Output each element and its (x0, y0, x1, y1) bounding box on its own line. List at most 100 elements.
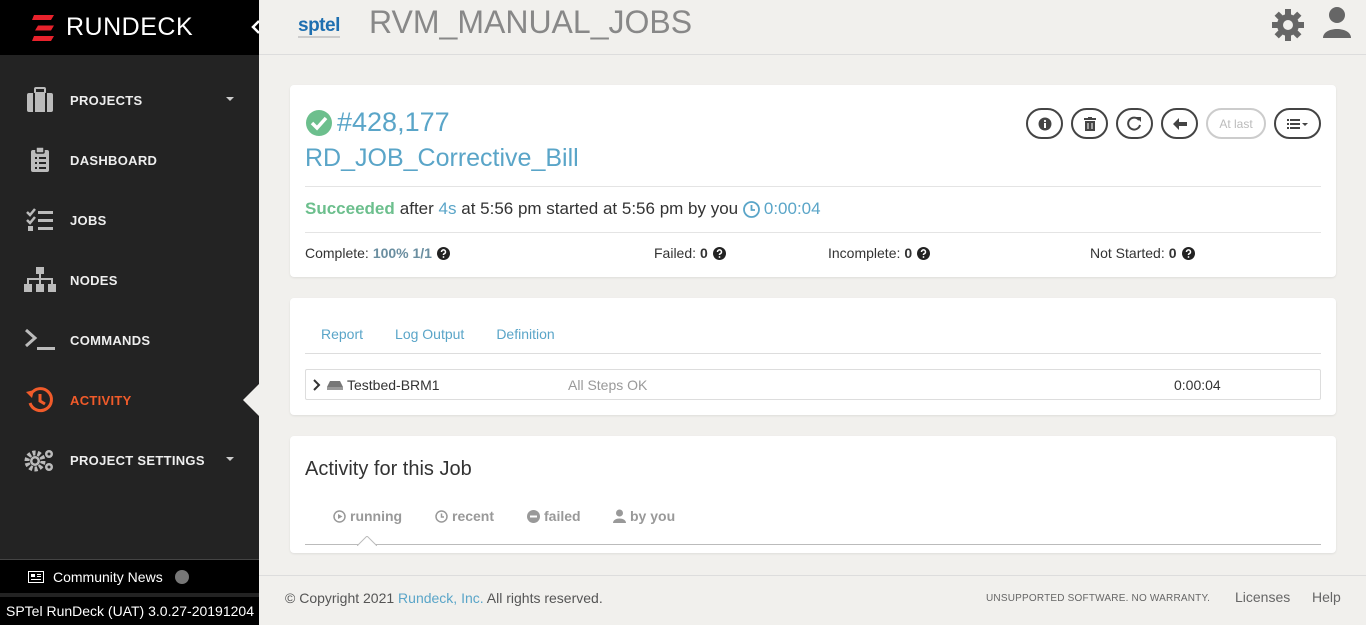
stat-failed: Failed: 0 (654, 245, 726, 261)
sidebar-item-jobs[interactable]: JOBS (0, 190, 259, 250)
active-tab-pointer (357, 536, 377, 546)
sidebar-item-label: PROJECTS (70, 92, 143, 108)
activity-title: Activity for this Job (305, 458, 472, 480)
server-icon (327, 381, 343, 390)
sidebar-item-project-settings[interactable]: PROJECT SETTINGS (0, 430, 259, 490)
caret-down-icon (226, 97, 234, 101)
sidebar-item-dashboard[interactable]: DASHBOARD (0, 130, 259, 190)
back-button[interactable] (1161, 108, 1198, 139)
stat-not-started: Not Started: 0 (1090, 245, 1195, 261)
community-news-label: Community News (53, 568, 163, 585)
output-tabs: Report Log Output Definition (305, 324, 1321, 354)
tab-label: running (350, 508, 403, 524)
activity-tabs: running recent failed by you (305, 505, 1321, 546)
tab-label: recent (452, 508, 495, 524)
execution-header: #428,177 (305, 107, 450, 138)
clock-icon (435, 509, 448, 523)
sidebar-item-label: PROJECT SETTINGS (70, 452, 205, 468)
execution-summary-card: #428,177 RD_JOB_Corrective_Bill At last … (290, 85, 1336, 277)
stat-complete: Complete: 100% 1/1 (305, 245, 450, 261)
elapsed-time: 0:00:04 (763, 199, 821, 218)
status-succeeded: Succeeded (305, 199, 395, 218)
execution-id[interactable]: #428,177 (337, 107, 450, 138)
settings-gear-button[interactable] (1271, 8, 1305, 47)
brand-bar[interactable]: RUNDECK (0, 0, 259, 55)
divider (305, 186, 1321, 187)
stat-value: 0 (700, 245, 708, 261)
redo-icon (1127, 116, 1141, 131)
question-circle-icon[interactable] (1181, 246, 1195, 260)
stat-value: 0 (904, 245, 913, 261)
sidebar-item-label: NODES (70, 272, 118, 288)
execution-times: at 5:56 pm started at 5:56 pm by you (461, 199, 739, 218)
sidebar-item-label: DASHBOARD (70, 152, 158, 168)
briefcase-icon (24, 85, 56, 115)
gear-icon (1272, 9, 1304, 41)
question-circle-icon[interactable] (712, 246, 726, 260)
clipboard-icon (24, 145, 56, 175)
rerun-button[interactable] (1116, 108, 1153, 139)
info-button[interactable] (1026, 108, 1063, 139)
sidebar-nav: PROJECTS DASHBOARD JOBS NODES COMMANDS A… (0, 70, 259, 490)
delete-button[interactable] (1071, 108, 1108, 139)
rundeck-logo-icon (32, 15, 54, 41)
active-indicator (243, 384, 259, 416)
stat-label: Incomplete: (828, 245, 901, 261)
sidebar-item-label: COMMANDS (70, 332, 151, 348)
play-circle-icon (333, 509, 346, 523)
job-name-link[interactable]: RD_JOB_Corrective_Bill (305, 144, 579, 173)
execution-output-card: Report Log Output Definition Testbed-BRM… (290, 298, 1336, 415)
activity-card: Activity for this Job running recent fai… (290, 436, 1336, 553)
community-news-link[interactable]: Community News (0, 559, 259, 593)
help-link[interactable]: Help (1312, 589, 1341, 605)
question-circle-icon[interactable] (917, 246, 931, 260)
copyright-prefix: © Copyright 2021 (285, 590, 395, 606)
trash-icon (1083, 116, 1096, 131)
footer: © Copyright 2021 Rundeck, Inc. All right… (259, 575, 1366, 625)
tab-definition[interactable]: Definition (480, 324, 570, 353)
question-circle-icon[interactable] (436, 246, 450, 260)
project-title: RVM_MANUAL_JOBS (369, 4, 693, 40)
node-row[interactable]: Testbed-BRM1 All Steps OK 0:00:04 (305, 369, 1321, 400)
news-status-dot (174, 569, 189, 584)
minus-circle-icon (527, 509, 540, 523)
caret-down-icon (226, 457, 234, 461)
stat-label: Not Started: (1090, 245, 1165, 261)
top-header: sptel RVM_MANUAL_JOBS (259, 0, 1366, 55)
project-logo[interactable]: sptel (296, 11, 344, 43)
stat-incomplete: Incomplete: 0 (828, 245, 931, 261)
tab-by-you[interactable]: by you (613, 508, 675, 524)
stat-value: 0 (1168, 245, 1177, 261)
history-icon (24, 385, 56, 415)
user-menu-button[interactable] (1322, 5, 1352, 44)
user-icon (1323, 7, 1351, 38)
copyright: © Copyright 2021 Rundeck, Inc. All right… (285, 590, 603, 606)
execution-actions: At last (1026, 108, 1321, 139)
tab-report[interactable]: Report (305, 324, 379, 353)
tab-running[interactable]: running (333, 508, 402, 524)
project-logo-text: sptel (298, 15, 340, 36)
user-icon (613, 509, 626, 523)
sidebar-item-nodes[interactable]: NODES (0, 250, 259, 310)
node-name: Testbed-BRM1 (347, 377, 440, 393)
check-circle-icon (306, 109, 332, 136)
divider (305, 232, 1321, 233)
company-link[interactable]: Rundeck, Inc. (398, 590, 484, 606)
sidebar-item-label: ACTIVITY (70, 392, 132, 408)
tab-failed[interactable]: failed (527, 508, 581, 524)
sidebar-item-activity[interactable]: ACTIVITY (0, 370, 259, 430)
chevron-right-icon[interactable] (313, 379, 321, 391)
sidebar-item-commands[interactable]: COMMANDS (0, 310, 259, 370)
list-icon (1286, 118, 1308, 129)
brand-name: RUNDECK (66, 13, 194, 41)
view-options-dropdown[interactable] (1274, 108, 1321, 139)
sidebar-item-projects[interactable]: PROJECTS (0, 70, 259, 130)
tab-recent[interactable]: recent (435, 508, 494, 524)
tab-log-output[interactable]: Log Output (379, 324, 480, 353)
licenses-link[interactable]: Licenses (1235, 589, 1290, 605)
node-duration: 0:00:04 (1174, 377, 1221, 393)
newspaper-icon (28, 570, 44, 583)
info-icon (1038, 117, 1051, 130)
at-last-button[interactable]: At last (1206, 108, 1266, 139)
arrow-left-icon (1172, 117, 1187, 130)
